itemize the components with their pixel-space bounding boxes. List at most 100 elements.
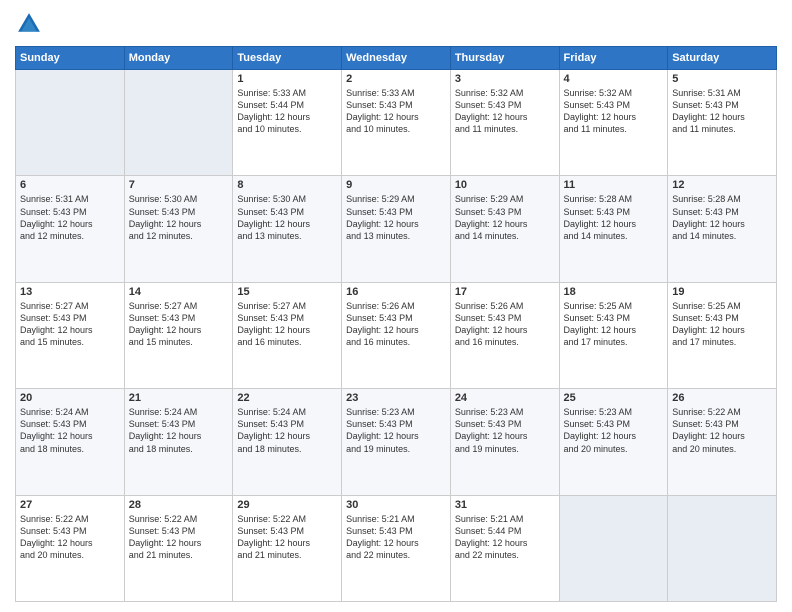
calendar-cell: 14 Sunrise: 5:27 AM Sunset: 5:43 PM Dayli… (124, 282, 233, 388)
calendar-cell: 27 Sunrise: 5:22 AM Sunset: 5:43 PM Dayli… (16, 495, 125, 601)
day-info: Sunrise: 5:23 AM Sunset: 5:43 PM Dayligh… (564, 406, 664, 455)
day-number: 14 (129, 286, 229, 298)
day-number: 29 (237, 499, 337, 511)
day-number: 18 (564, 286, 664, 298)
calendar-cell: 7 Sunrise: 5:30 AM Sunset: 5:43 PM Daylig… (124, 176, 233, 282)
day-number: 17 (455, 286, 555, 298)
day-number: 30 (346, 499, 446, 511)
week-row-5: 27 Sunrise: 5:22 AM Sunset: 5:43 PM Dayli… (16, 495, 777, 601)
weekday-header-row: SundayMondayTuesdayWednesdayThursdayFrid… (16, 47, 777, 70)
calendar-cell: 8Sunrise: 5:30 AM Sunset: 5:43 PM Daylig… (233, 176, 342, 282)
calendar-cell: 25 Sunrise: 5:23 AM Sunset: 5:43 PM Dayli… (559, 389, 668, 495)
weekday-header-sunday: Sunday (16, 47, 125, 70)
page: SundayMondayTuesdayWednesdayThursdayFrid… (0, 0, 792, 612)
calendar-cell: 24 Sunrise: 5:23 AM Sunset: 5:43 PM Dayli… (450, 389, 559, 495)
day-number: 5 (672, 73, 772, 85)
day-number: 20 (20, 392, 120, 404)
day-number: 4 (564, 73, 664, 85)
calendar-cell: 21 Sunrise: 5:24 AM Sunset: 5:43 PM Dayli… (124, 389, 233, 495)
calendar-cell: 4 Sunrise: 5:32 AM Sunset: 5:43 PM Daylig… (559, 70, 668, 176)
day-info: Sunrise: 5:22 AM Sunset: 5:43 PM Dayligh… (672, 406, 772, 455)
weekday-header-thursday: Thursday (450, 47, 559, 70)
day-info: Sunrise: 5:33 AM Sunset: 5:43 PM Dayligh… (346, 87, 446, 136)
day-info: Sunrise: 5:22 AM Sunset: 5:43 PM Dayligh… (129, 513, 229, 562)
calendar-cell: 10 Sunrise: 5:29 AM Sunset: 5:43 PM Dayli… (450, 176, 559, 282)
day-number: 24 (455, 392, 555, 404)
day-info: Sunrise: 5:27 AM Sunset: 5:43 PM Dayligh… (237, 300, 337, 349)
day-number: 19 (672, 286, 772, 298)
day-info: Sunrise: 5:31 AM Sunset: 5:43 PM Dayligh… (20, 193, 120, 242)
day-number: 23 (346, 392, 446, 404)
calendar-cell: 13 Sunrise: 5:27 AM Sunset: 5:43 PM Dayli… (16, 282, 125, 388)
day-number: 28 (129, 499, 229, 511)
day-info: Sunrise: 5:26 AM Sunset: 5:43 PM Dayligh… (455, 300, 555, 349)
calendar-cell: 22Sunrise: 5:24 AM Sunset: 5:43 PM Dayli… (233, 389, 342, 495)
logo-icon (15, 10, 43, 38)
day-number: 9 (346, 179, 446, 191)
day-number: 25 (564, 392, 664, 404)
week-row-3: 13 Sunrise: 5:27 AM Sunset: 5:43 PM Dayli… (16, 282, 777, 388)
day-number: 31 (455, 499, 555, 511)
calendar-cell: 12 Sunrise: 5:28 AM Sunset: 5:43 PM Dayli… (668, 176, 777, 282)
day-info: Sunrise: 5:22 AM Sunset: 5:43 PM Dayligh… (237, 513, 337, 562)
calendar-cell: 17 Sunrise: 5:26 AM Sunset: 5:43 PM Dayli… (450, 282, 559, 388)
weekday-header-saturday: Saturday (668, 47, 777, 70)
day-number: 7 (129, 179, 229, 191)
day-number: 8 (237, 179, 337, 191)
day-number: 21 (129, 392, 229, 404)
day-number: 11 (564, 179, 664, 191)
day-info: Sunrise: 5:28 AM Sunset: 5:43 PM Dayligh… (672, 193, 772, 242)
day-info: Sunrise: 5:29 AM Sunset: 5:43 PM Dayligh… (455, 193, 555, 242)
calendar-cell: 19 Sunrise: 5:25 AM Sunset: 5:43 PM Dayli… (668, 282, 777, 388)
week-row-2: 6 Sunrise: 5:31 AM Sunset: 5:43 PM Daylig… (16, 176, 777, 282)
day-number: 3 (455, 73, 555, 85)
day-info: Sunrise: 5:30 AM Sunset: 5:43 PM Dayligh… (129, 193, 229, 242)
calendar-cell (559, 495, 668, 601)
day-info: Sunrise: 5:21 AM Sunset: 5:43 PM Dayligh… (346, 513, 446, 562)
calendar-cell: 29 Sunrise: 5:22 AM Sunset: 5:43 PM Dayli… (233, 495, 342, 601)
weekday-header-friday: Friday (559, 47, 668, 70)
calendar-cell: 26 Sunrise: 5:22 AM Sunset: 5:43 PM Dayli… (668, 389, 777, 495)
day-number: 2 (346, 73, 446, 85)
day-number: 26 (672, 392, 772, 404)
day-info: Sunrise: 5:26 AM Sunset: 5:43 PM Dayligh… (346, 300, 446, 349)
calendar-cell: 18Sunrise: 5:25 AM Sunset: 5:43 PM Dayli… (559, 282, 668, 388)
day-number: 22 (237, 392, 337, 404)
day-info: Sunrise: 5:23 AM Sunset: 5:43 PM Dayligh… (346, 406, 446, 455)
day-info: Sunrise: 5:32 AM Sunset: 5:43 PM Dayligh… (564, 87, 664, 136)
calendar-cell: 15Sunrise: 5:27 AM Sunset: 5:43 PM Dayli… (233, 282, 342, 388)
calendar-cell: 6 Sunrise: 5:31 AM Sunset: 5:43 PM Daylig… (16, 176, 125, 282)
day-info: Sunrise: 5:27 AM Sunset: 5:43 PM Dayligh… (20, 300, 120, 349)
day-number: 6 (20, 179, 120, 191)
calendar-table: SundayMondayTuesdayWednesdayThursdayFrid… (15, 46, 777, 602)
calendar-cell: 5Sunrise: 5:31 AM Sunset: 5:43 PM Daylig… (668, 70, 777, 176)
calendar-cell (16, 70, 125, 176)
day-info: Sunrise: 5:33 AM Sunset: 5:44 PM Dayligh… (237, 87, 337, 136)
calendar-cell: 23 Sunrise: 5:23 AM Sunset: 5:43 PM Dayli… (342, 389, 451, 495)
calendar-cell: 9Sunrise: 5:29 AM Sunset: 5:43 PM Daylig… (342, 176, 451, 282)
day-info: Sunrise: 5:27 AM Sunset: 5:43 PM Dayligh… (129, 300, 229, 349)
calendar-cell: 16Sunrise: 5:26 AM Sunset: 5:43 PM Dayli… (342, 282, 451, 388)
week-row-1: 1 Sunrise: 5:33 AM Sunset: 5:44 PM Daylig… (16, 70, 777, 176)
day-info: Sunrise: 5:25 AM Sunset: 5:43 PM Dayligh… (672, 300, 772, 349)
week-row-4: 20 Sunrise: 5:24 AM Sunset: 5:43 PM Dayli… (16, 389, 777, 495)
day-info: Sunrise: 5:24 AM Sunset: 5:43 PM Dayligh… (20, 406, 120, 455)
day-info: Sunrise: 5:23 AM Sunset: 5:43 PM Dayligh… (455, 406, 555, 455)
day-number: 10 (455, 179, 555, 191)
weekday-header-tuesday: Tuesday (233, 47, 342, 70)
day-number: 12 (672, 179, 772, 191)
calendar-cell: 31Sunrise: 5:21 AM Sunset: 5:44 PM Dayli… (450, 495, 559, 601)
calendar-cell: 11 Sunrise: 5:28 AM Sunset: 5:43 PM Dayli… (559, 176, 668, 282)
calendar-cell: 2 Sunrise: 5:33 AM Sunset: 5:43 PM Daylig… (342, 70, 451, 176)
calendar-cell: 3 Sunrise: 5:32 AM Sunset: 5:43 PM Daylig… (450, 70, 559, 176)
day-info: Sunrise: 5:28 AM Sunset: 5:43 PM Dayligh… (564, 193, 664, 242)
day-info: Sunrise: 5:22 AM Sunset: 5:43 PM Dayligh… (20, 513, 120, 562)
calendar-cell (668, 495, 777, 601)
day-info: Sunrise: 5:32 AM Sunset: 5:43 PM Dayligh… (455, 87, 555, 136)
day-number: 1 (237, 73, 337, 85)
calendar-cell: 28 Sunrise: 5:22 AM Sunset: 5:43 PM Dayli… (124, 495, 233, 601)
day-number: 27 (20, 499, 120, 511)
weekday-header-wednesday: Wednesday (342, 47, 451, 70)
day-info: Sunrise: 5:24 AM Sunset: 5:43 PM Dayligh… (129, 406, 229, 455)
day-number: 13 (20, 286, 120, 298)
